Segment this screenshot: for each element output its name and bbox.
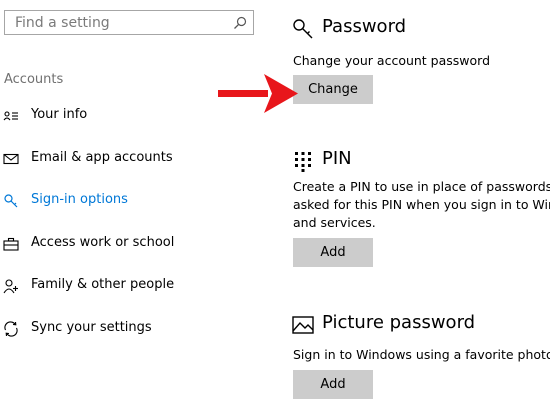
add-pin-button[interactable]: Add [293, 238, 373, 267]
sidebar-item-label: Access work or school [31, 235, 175, 250]
key-icon [4, 194, 18, 208]
search-box[interactable] [4, 10, 254, 35]
picture-password-section-header: Picture password [282, 309, 550, 339]
person-add-icon [3, 279, 18, 294]
picture-icon [292, 316, 314, 334]
pin-title: PIN [322, 148, 352, 169]
picture-password-description: Sign in to Windows using a favorite phot… [293, 347, 550, 362]
pin-description-line-3: and services. [293, 215, 376, 230]
person-card-icon [3, 111, 18, 121]
search-input[interactable] [15, 11, 225, 34]
section-title-accounts: Accounts [4, 72, 64, 87]
mail-icon [3, 153, 19, 165]
add-picture-password-button[interactable]: Add [293, 370, 373, 399]
sidebar-item-label: Your info [31, 107, 88, 122]
sync-icon [4, 321, 18, 337]
pin-description-line-1: Create a PIN to use in place of password… [293, 179, 550, 194]
pin-description-line-2: asked for this PIN when you sign in to W… [293, 197, 550, 212]
sidebar-item-sync-your-settings[interactable]: Sync your settings [0, 314, 265, 344]
sidebar-item-sign-in-options[interactable]: Sign-in options [0, 186, 265, 216]
sidebar-item-family-other-people[interactable]: Family & other people [0, 271, 265, 301]
sidebar: Accounts Your info Email & app accounts … [0, 0, 270, 400]
sidebar-item-access-work-or-school[interactable]: Access work or school [0, 229, 265, 259]
key-icon [293, 19, 313, 39]
sidebar-item-email-app-accounts[interactable]: Email & app accounts [0, 144, 265, 174]
annotation-arrow-icon [218, 74, 298, 113]
password-title: Password [322, 16, 407, 37]
picture-password-title: Picture password [322, 312, 476, 333]
keypad-icon [295, 152, 311, 172]
sidebar-item-label: Sign-in options [31, 192, 128, 207]
briefcase-icon [3, 237, 19, 251]
sidebar-item-label: Email & app accounts [31, 150, 173, 165]
search-icon[interactable] [232, 15, 248, 31]
sidebar-item-label: Family & other people [31, 277, 175, 292]
sidebar-item-label: Sync your settings [31, 320, 152, 335]
password-description: Change your account password [293, 53, 491, 68]
main-content: Password Change your account password Ch… [282, 0, 550, 400]
pin-section-header: PIN [282, 145, 550, 175]
change-password-button[interactable]: Change [293, 75, 373, 104]
password-section-header: Password [282, 13, 550, 43]
